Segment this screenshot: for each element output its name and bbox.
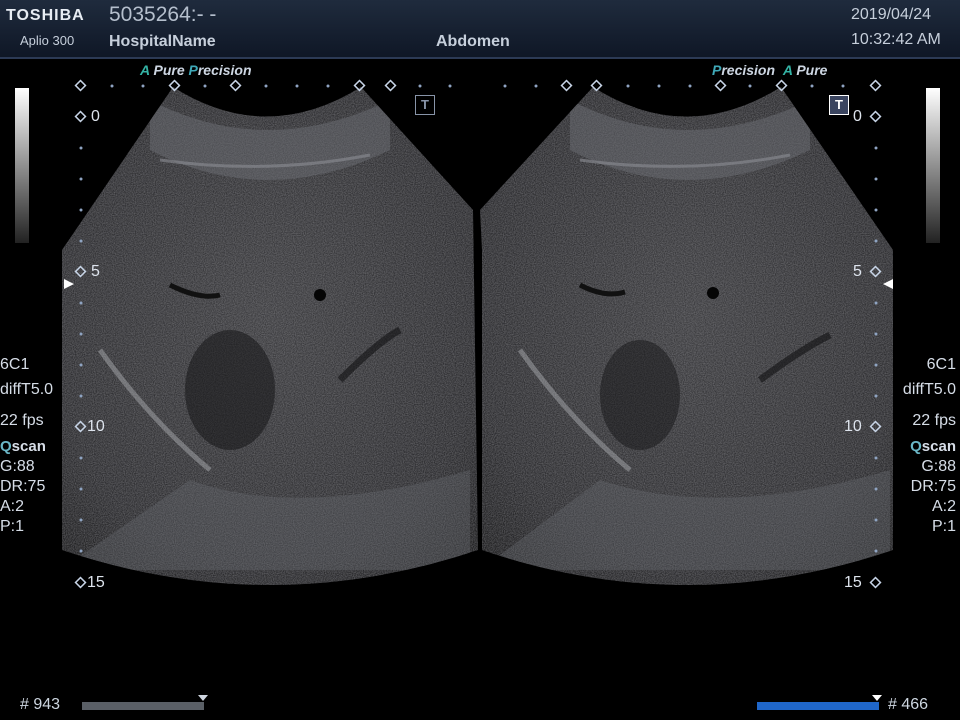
left-p-param: P:1 [0,518,25,535]
left-t-marker-icon[interactable]: T [415,95,435,115]
right-depth-10: 10 [844,418,862,435]
right-cine-marker-icon[interactable] [871,694,883,702]
right-cine-bar[interactable] [757,702,879,710]
left-depth-5: 5 [91,263,100,280]
left-qscan: Qscan [0,438,46,455]
left-dynamic-range: DR:75 [0,478,46,495]
right-gray-scale-bar [926,88,940,243]
right-probe: 6C1 [926,356,956,373]
right-depth-0: 0 [853,108,862,125]
left-frame-count: # 943 [20,696,61,713]
left-frequency: diffT5.0 [0,381,54,398]
top-scale-diamonds [74,79,882,92]
left-a-param: A:2 [0,498,25,515]
left-cine-bar[interactable] [82,702,204,710]
right-a-param: A:2 [931,498,956,515]
left-gain: G:88 [0,458,35,475]
left-depth-15: 15 [87,574,105,591]
left-scan-sector [62,87,478,585]
right-t-marker-icon[interactable]: T [829,95,849,115]
right-gain: G:88 [921,458,956,475]
left-cine-marker-icon[interactable] [197,694,209,702]
right-depth-5: 5 [853,263,862,280]
left-gray-scale-bar [15,88,29,243]
left-depth-10: 10 [87,418,105,435]
right-scan-sector [480,87,893,585]
right-p-param: P:1 [931,518,956,535]
left-fps: 22 fps [0,412,44,429]
right-frame-count: # 466 [888,696,929,713]
top-scale-marks [110,84,845,88]
right-dynamic-range: DR:75 [910,478,956,495]
right-frequency: diffT5.0 [902,381,956,398]
left-depth-0: 0 [91,108,100,125]
left-mode-logo: A Pure Precision [140,62,252,78]
right-fps: 22 fps [912,412,956,429]
right-depth-15: 15 [844,574,862,591]
left-probe: 6C1 [0,356,30,373]
right-qscan: Qscan [910,438,956,455]
right-mode-logo: Precision A Pure [712,62,828,78]
ultrasound-images [62,79,893,589]
